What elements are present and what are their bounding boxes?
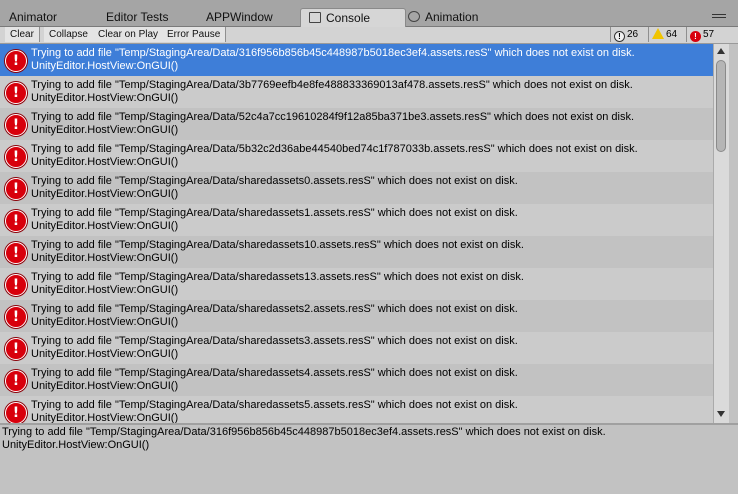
tab-menu-icon[interactable] [712,14,726,22]
warning-icon [652,28,664,39]
tab-editor-tests[interactable]: Editor Tests [106,8,186,26]
warning-count: 64 [666,29,678,40]
error-count: 57 [703,29,715,40]
error-icon: ! [5,402,27,423]
detail-stacktrace: UnityEditor.HostView:OnGUI() [2,439,150,451]
error-icon: ! [690,31,701,42]
animator-icon [0,13,4,22]
error-icon: ! [5,210,27,232]
collapse-button[interactable]: Collapse [44,27,94,42]
error-pause-button[interactable]: Error Pause [162,27,227,42]
log-entry[interactable]: ! Trying to add file "Temp/StagingArea/Da… [0,108,713,140]
detail-message: Trying to add file "Temp/StagingArea/Dat… [2,426,606,438]
clock-icon [408,11,420,22]
warning-count-toggle[interactable]: 64 [648,27,688,42]
error-icon: ! [5,114,27,136]
log-entry[interactable]: ! Trying to add file "Temp/StagingArea/Da… [0,172,713,204]
log-entry[interactable]: ! Trying to add file "Temp/StagingArea/Da… [0,44,713,76]
error-icon: ! [5,178,27,200]
error-icon: ! [5,146,27,168]
error-icon: ! [5,306,27,328]
log-entry[interactable]: ! Trying to add file "Temp/StagingArea/Da… [0,76,713,108]
info-count: 26 [627,29,639,40]
console-toolbar: Clear Collapse Clear on Play Error Pause… [0,27,738,44]
log-scrollbar[interactable] [713,44,729,423]
tab-console[interactable]: Console [300,8,406,28]
log-entry[interactable]: ! Trying to add file "Temp/StagingArea/Da… [0,236,713,268]
tab-bar: Animator Editor Tests APPWindow Console … [0,0,738,28]
log-entry[interactable]: ! Trying to add file "Temp/StagingArea/Da… [0,332,713,364]
log-entry[interactable]: ! Trying to add file "Temp/StagingArea/Da… [0,300,713,332]
log-entry[interactable]: ! Trying to add file "Temp/StagingArea/Da… [0,204,713,236]
log-list: ! Trying to add file "Temp/StagingArea/Da… [0,44,713,423]
info-icon: ! [614,31,625,42]
error-icon: ! [5,82,27,104]
error-icon: ! [5,338,27,360]
tab-appwindow[interactable]: APPWindow [206,8,286,26]
error-icon: ! [5,274,27,296]
info-count-toggle[interactable]: ! 26 [610,27,650,42]
clear-button[interactable]: Clear [5,27,40,42]
error-icon: ! [5,50,27,72]
log-entry[interactable]: ! Trying to add file "Temp/StagingArea/Da… [0,140,713,172]
scroll-up-icon[interactable] [717,48,725,54]
clear-on-play-button[interactable]: Clear on Play [93,27,165,42]
tab-animation[interactable]: Animation [408,8,498,26]
error-icon: ! [5,370,27,392]
scroll-down-icon[interactable] [717,411,725,417]
log-entry[interactable]: ! Trying to add file "Temp/StagingArea/Da… [0,396,713,423]
error-icon: ! [5,242,27,264]
log-entry[interactable]: ! Trying to add file "Temp/StagingArea/Da… [0,268,713,300]
tab-animator[interactable]: Animator [0,8,80,26]
log-entry[interactable]: ! Trying to add file "Temp/StagingArea/Da… [0,364,713,396]
error-count-toggle[interactable]: ! 57 [686,27,726,42]
scrollbar-thumb[interactable] [716,60,726,152]
log-detail-panel: Trying to add file "Temp/StagingArea/Dat… [0,425,738,494]
console-icon [309,12,321,23]
